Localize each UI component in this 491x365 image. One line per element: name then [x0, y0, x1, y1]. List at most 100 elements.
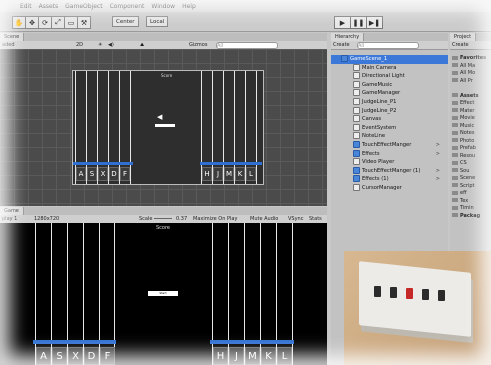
project-item-label: All Ma	[460, 62, 476, 69]
key-label: F	[120, 167, 130, 181]
project-item-label: Timin	[460, 205, 474, 211]
display-dropdown[interactable]: play 1	[2, 216, 17, 222]
lighting-toggle-icon[interactable]: ☀	[98, 42, 102, 48]
menu-help[interactable]: Help	[182, 3, 196, 10]
key-label: K	[261, 347, 276, 365]
hierarchy-item[interactable]: JudgeLine_P2	[331, 106, 448, 116]
hierarchy-search-input[interactable]: All	[357, 42, 419, 49]
main-toolbar: ✋ ✥ ⟳ ⤢ ▭ ⚒ Center Local ▶ ❚❚ ▶❚	[0, 12, 491, 32]
rect-tool-icon[interactable]: ▭	[64, 16, 78, 29]
tab-hierarchy[interactable]: Hierarchy	[331, 33, 365, 41]
project-item[interactable]	[452, 85, 491, 93]
project-item[interactable]: CS	[452, 160, 491, 168]
project-item[interactable]: Script	[452, 183, 491, 191]
chevron-right-icon[interactable]: >	[436, 167, 440, 176]
project-item[interactable]: Scene	[452, 175, 491, 183]
project-item[interactable]: Notes	[452, 130, 491, 138]
step-icon[interactable]: ▶❚	[366, 16, 383, 29]
2d-toggle[interactable]: 2D	[76, 42, 83, 48]
hierarchy-item[interactable]: EventSystem	[331, 123, 448, 133]
hierarchy-item[interactable]: JudgeLine_P1	[331, 97, 448, 107]
scene-fx-icon[interactable]: ⛰	[140, 42, 144, 48]
hierarchy-item[interactable]: Directional Light	[331, 72, 448, 81]
project-item[interactable]: All Mo	[452, 70, 491, 78]
gizmos-dropdown[interactable]: Gizmos	[189, 42, 207, 48]
hierarchy-item[interactable]: NoteLine	[331, 132, 448, 141]
audio-toggle-icon[interactable]: ◀)	[108, 42, 114, 48]
hand-tool-icon[interactable]: ✋	[12, 16, 26, 29]
rotate-tool-icon[interactable]: ⟳	[38, 16, 52, 29]
project-item[interactable]: All Ma	[452, 63, 491, 71]
menu-assets[interactable]: Assets	[39, 3, 59, 10]
hierarchy-item[interactable]: GameMusic	[331, 80, 448, 90]
project-item[interactable]: Resou	[452, 153, 491, 161]
hierarchy-item[interactable]: TouchEffectManger >	[331, 140, 448, 150]
project-controls: Create	[450, 41, 491, 50]
game-viewport[interactable]: Score Start A S X D F H J M K L	[0, 223, 327, 365]
tab-scene[interactable]: Scene	[0, 33, 25, 41]
tab-game[interactable]: Game	[0, 207, 24, 215]
scene-viewport[interactable]: Score A S X D F H J M K L ◀	[0, 49, 327, 206]
hierarchy-item[interactable]: Effects (1) >	[331, 175, 448, 184]
chevron-right-icon[interactable]: >	[436, 141, 440, 150]
maximize-on-play-toggle[interactable]: Maximize On Play	[193, 216, 237, 222]
project-item[interactable]: Packag	[452, 213, 491, 221]
project-item[interactable]: Photo	[452, 138, 491, 146]
hierarchy-item[interactable]: TouchEffectManger (1) >	[331, 166, 448, 176]
key-label: D	[109, 167, 119, 181]
menu-component[interactable]: Component	[110, 3, 145, 10]
hierarchy-item[interactable]: GameScene_1	[331, 55, 448, 64]
hierarchy-item[interactable]: CursorManager	[331, 183, 448, 193]
tab-project[interactable]: Project	[450, 33, 477, 41]
play-icon[interactable]: ▶	[334, 16, 351, 29]
menu-gameobject[interactable]: GameObject	[65, 3, 102, 10]
hierarchy-item-label: Effects	[362, 150, 380, 157]
shading-mode-dropdown[interactable]: aded	[2, 42, 15, 48]
game-score-label: Score	[156, 225, 171, 231]
pause-icon[interactable]: ❚❚	[350, 16, 367, 29]
hierarchy-item[interactable]: Effects >	[331, 149, 448, 159]
project-item[interactable]: Assets	[452, 93, 491, 101]
resolution-dropdown[interactable]: 1280x720	[34, 216, 59, 222]
project-item[interactable]: Prefab	[452, 145, 491, 153]
scene-search-input[interactable]: All	[216, 42, 278, 49]
project-item[interactable]: Effect	[452, 100, 491, 108]
project-item[interactable]: Movie	[452, 115, 491, 123]
project-item[interactable]: Favorites	[452, 55, 491, 63]
project-item[interactable]: Tex	[452, 198, 491, 206]
hierarchy-item[interactable]: Canvas	[331, 115, 448, 124]
project-item[interactable]: All Pr	[452, 78, 491, 86]
game-left-keys: A S X D F	[36, 347, 115, 365]
menu-edit[interactable]: Edit	[20, 3, 32, 10]
menu-window[interactable]: Window	[151, 3, 175, 10]
gameobject-icon	[353, 158, 360, 166]
project-item-label: eff	[460, 190, 467, 196]
chevron-right-icon[interactable]: >	[436, 175, 440, 184]
project-item[interactable]: Sou	[452, 168, 491, 176]
project-create-dropdown[interactable]: Create	[452, 42, 469, 48]
mute-audio-toggle[interactable]: Mute Audio	[250, 216, 278, 222]
start-button[interactable]: Start	[148, 291, 178, 296]
project-item[interactable]: Mater	[452, 108, 491, 116]
project-item[interactable]: Timin	[452, 205, 491, 213]
folder-icon	[452, 115, 458, 120]
hierarchy-item[interactable]: Main Camera	[331, 63, 448, 73]
folder-icon	[452, 108, 458, 112]
hierarchy-item-label: Canvas	[362, 116, 382, 123]
custom-tool-icon[interactable]: ⚒	[77, 16, 91, 29]
scale-tool-icon[interactable]: ⤢	[51, 16, 65, 29]
hierarchy-item[interactable]: GameManager	[331, 89, 448, 98]
chevron-right-icon[interactable]: >	[436, 150, 440, 159]
scale-label: Scale	[139, 216, 153, 222]
project-item[interactable]: Music	[452, 123, 491, 131]
hierarchy-item[interactable]: Video Player	[331, 158, 448, 167]
vsync-toggle[interactable]: VSync	[288, 216, 303, 222]
pivot-center-toggle[interactable]: Center	[112, 16, 139, 27]
hierarchy-create-dropdown[interactable]: Create	[333, 42, 350, 48]
move-tool-icon[interactable]: ✥	[25, 16, 39, 29]
project-item[interactable]: eff	[452, 190, 491, 198]
pivot-local-toggle[interactable]: Local	[146, 16, 169, 27]
scale-slider[interactable]	[154, 218, 172, 219]
controller-key	[374, 286, 381, 297]
stats-toggle[interactable]: Stats	[309, 216, 322, 222]
